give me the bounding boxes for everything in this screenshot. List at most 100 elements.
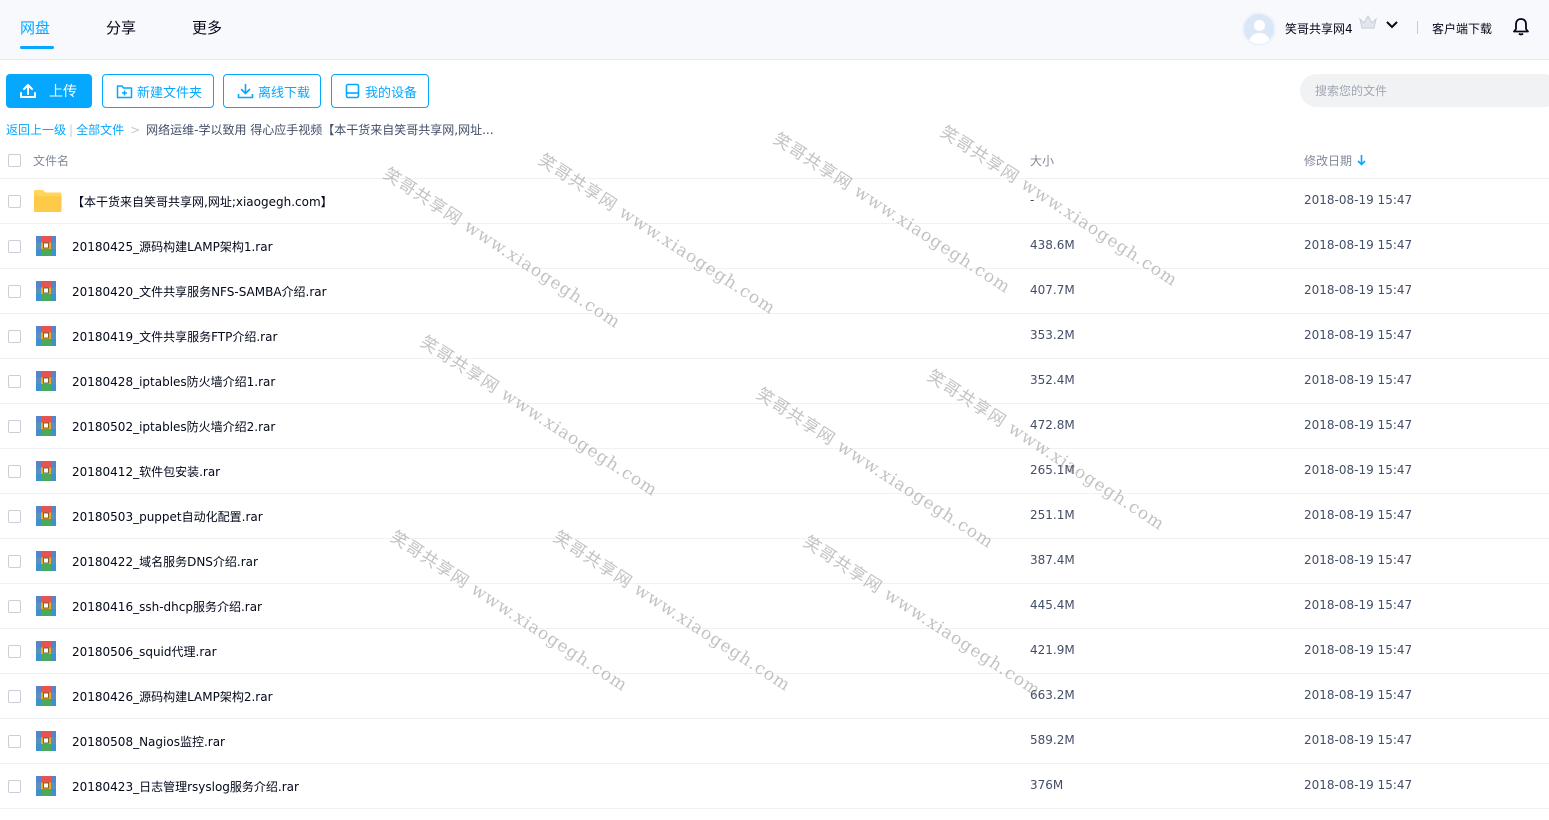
row-checkbox[interactable] [8, 645, 21, 658]
new-folder-label: 新建文件夹 [137, 85, 203, 101]
file-name[interactable]: 20180428_iptables防火墙介绍1.rar [72, 373, 275, 390]
breadcrumb-back-link[interactable]: 返回上一级 [6, 121, 66, 138]
row-checkbox[interactable] [8, 285, 21, 298]
chevron-down-icon[interactable] [1386, 20, 1398, 30]
file-name[interactable]: 20180422_域名服务DNS介绍.rar [72, 553, 258, 570]
rar-archive-icon [36, 326, 56, 346]
table-row[interactable]: 20180428_iptables防火墙介绍1.rar 352.4M 2018-08… [0, 359, 1549, 404]
row-checkbox[interactable] [8, 780, 21, 793]
table-row[interactable]: 【本干货来自笑哥共享网,网址;xiaogegh.com】 - 2018-08-19 … [0, 179, 1549, 224]
rar-archive-icon [36, 281, 56, 301]
file-size: 421.9M [1030, 643, 1075, 657]
table-row[interactable]: 20180502_iptables防火墙介绍2.rar 472.8M 2018-08… [0, 404, 1549, 449]
row-checkbox[interactable] [8, 600, 21, 613]
rar-archive-icon [36, 686, 56, 706]
file-name[interactable]: 20180423_日志管理rsyslog服务介绍.rar [72, 778, 299, 795]
tab-share[interactable]: 分享 [106, 17, 136, 38]
file-size: 387.4M [1030, 553, 1075, 567]
upload-button[interactable]: 上传 [6, 74, 92, 108]
active-tab-indicator [20, 46, 54, 49]
table-row[interactable]: 20180425_源码构建LAMP架构1.rar 438.6M 2018-08-19… [0, 224, 1549, 269]
file-size: 472.8M [1030, 418, 1075, 432]
select-all-checkbox[interactable] [8, 154, 21, 167]
row-checkbox[interactable] [8, 195, 21, 208]
rar-archive-icon [36, 776, 56, 796]
my-devices-label: 我的设备 [365, 85, 418, 101]
table-row[interactable]: 20180506_squid代理.rar 421.9M 2018-08-19 15:… [0, 629, 1549, 674]
download-icon [237, 83, 254, 99]
table-row[interactable]: 20180416_ssh-dhcp服务介绍.rar 445.4M 2018-08-1… [0, 584, 1549, 629]
file-size: 251.1M [1030, 508, 1075, 522]
file-size: 352.4M [1030, 373, 1075, 387]
tab-more[interactable]: 更多 [192, 17, 222, 38]
row-checkbox[interactable] [8, 465, 21, 478]
file-size: 663.2M [1030, 688, 1075, 702]
file-modified-date: 2018-08-19 15:47 [1304, 193, 1413, 207]
file-name[interactable]: 【本干货来自笑哥共享网,网址;xiaogegh.com】 [72, 193, 333, 210]
file-name[interactable]: 20180420_文件共享服务NFS-SAMBA介绍.rar [72, 283, 327, 300]
file-name[interactable]: 20180425_源码构建LAMP架构1.rar [72, 238, 273, 255]
file-name[interactable]: 20180426_源码构建LAMP架构2.rar [72, 688, 273, 705]
search-input[interactable] [1300, 74, 1549, 107]
table-row[interactable]: 20180423_日志管理rsyslog服务介绍.rar 376M 2018-08-… [0, 764, 1549, 809]
row-checkbox[interactable] [8, 420, 21, 433]
sort-desc-icon[interactable] [1357, 154, 1366, 166]
avatar[interactable] [1242, 12, 1276, 46]
file-modified-date: 2018-08-19 15:47 [1304, 643, 1413, 657]
upload-icon [20, 84, 36, 98]
my-devices-button[interactable]: 我的设备 [331, 74, 429, 108]
file-name[interactable]: 20180502_iptables防火墙介绍2.rar [72, 418, 275, 435]
row-checkbox[interactable] [8, 330, 21, 343]
rar-archive-icon [36, 731, 56, 751]
tab-netdisk[interactable]: 网盘 [20, 17, 50, 38]
table-row[interactable]: 20180412_软件包安装.rar 265.1M 2018-08-19 15:47 [0, 449, 1549, 494]
file-modified-date: 2018-08-19 15:47 [1304, 238, 1413, 252]
device-icon [345, 83, 360, 99]
table-row[interactable]: 20180422_域名服务DNS介绍.rar 387.4M 2018-08-19 1… [0, 539, 1549, 584]
rar-archive-icon [36, 461, 56, 481]
table-row[interactable]: 20180426_源码构建LAMP架构2.rar 663.2M 2018-08-19… [0, 674, 1549, 719]
file-name[interactable]: 20180506_squid代理.rar [72, 643, 217, 660]
table-row[interactable]: 20180508_Nagios监控.rar 589.2M 2018-08-19 15… [0, 719, 1549, 764]
row-checkbox[interactable] [8, 735, 21, 748]
file-size: 376M [1030, 778, 1064, 792]
table-row[interactable]: 20180419_文件共享服务FTP介绍.rar 353.2M 2018-08-19… [0, 314, 1549, 359]
username[interactable]: 笑哥共享网4 [1285, 20, 1353, 37]
breadcrumb-current: 网络运维-学以致用 得心应手视频【本干货来自笑哥共享网,网址... [146, 123, 494, 137]
row-checkbox[interactable] [8, 375, 21, 388]
row-checkbox[interactable] [8, 690, 21, 703]
client-download-link[interactable]: 客户端下载 [1432, 20, 1492, 37]
file-modified-date: 2018-08-19 15:47 [1304, 778, 1413, 792]
file-name[interactable]: 20180503_puppet自动化配置.rar [72, 508, 263, 525]
new-folder-button[interactable]: 新建文件夹 [102, 74, 214, 108]
file-size: 589.2M [1030, 733, 1075, 747]
offline-download-button[interactable]: 离线下载 [223, 74, 321, 108]
file-size: 438.6M [1030, 238, 1075, 252]
crown-icon [1359, 14, 1377, 29]
file-modified-date: 2018-08-19 15:47 [1304, 553, 1413, 567]
file-name[interactable]: 20180416_ssh-dhcp服务介绍.rar [72, 598, 262, 615]
bell-icon[interactable] [1511, 17, 1531, 37]
table-row[interactable]: 20180420_文件共享服务NFS-SAMBA介绍.rar 407.7M 2018… [0, 269, 1549, 314]
file-name[interactable]: 20180419_文件共享服务FTP介绍.rar [72, 328, 277, 345]
row-checkbox[interactable] [8, 240, 21, 253]
file-size: - [1030, 193, 1035, 207]
folder-icon [34, 190, 62, 212]
file-modified-date: 2018-08-19 15:47 [1304, 598, 1413, 612]
rar-archive-icon [36, 551, 56, 571]
file-list-header: 文件名 大小 修改日期 [0, 141, 1549, 179]
file-name[interactable]: 20180412_软件包安装.rar [72, 463, 220, 480]
row-checkbox[interactable] [8, 510, 21, 523]
file-name[interactable]: 20180508_Nagios监控.rar [72, 733, 225, 750]
column-header-modified[interactable]: 修改日期 [1304, 152, 1352, 169]
rar-archive-icon [36, 416, 56, 436]
breadcrumb-all-files-link[interactable]: 全部文件 [76, 121, 124, 138]
upload-label: 上传 [49, 84, 77, 100]
row-checkbox[interactable] [8, 555, 21, 568]
file-size: 353.2M [1030, 328, 1075, 342]
rar-archive-icon [36, 236, 56, 256]
column-header-name[interactable]: 文件名 [33, 152, 69, 169]
column-header-size[interactable]: 大小 [1030, 152, 1054, 169]
table-row[interactable]: 20180503_puppet自动化配置.rar 251.1M 2018-08-19… [0, 494, 1549, 539]
new-folder-icon [116, 84, 133, 98]
